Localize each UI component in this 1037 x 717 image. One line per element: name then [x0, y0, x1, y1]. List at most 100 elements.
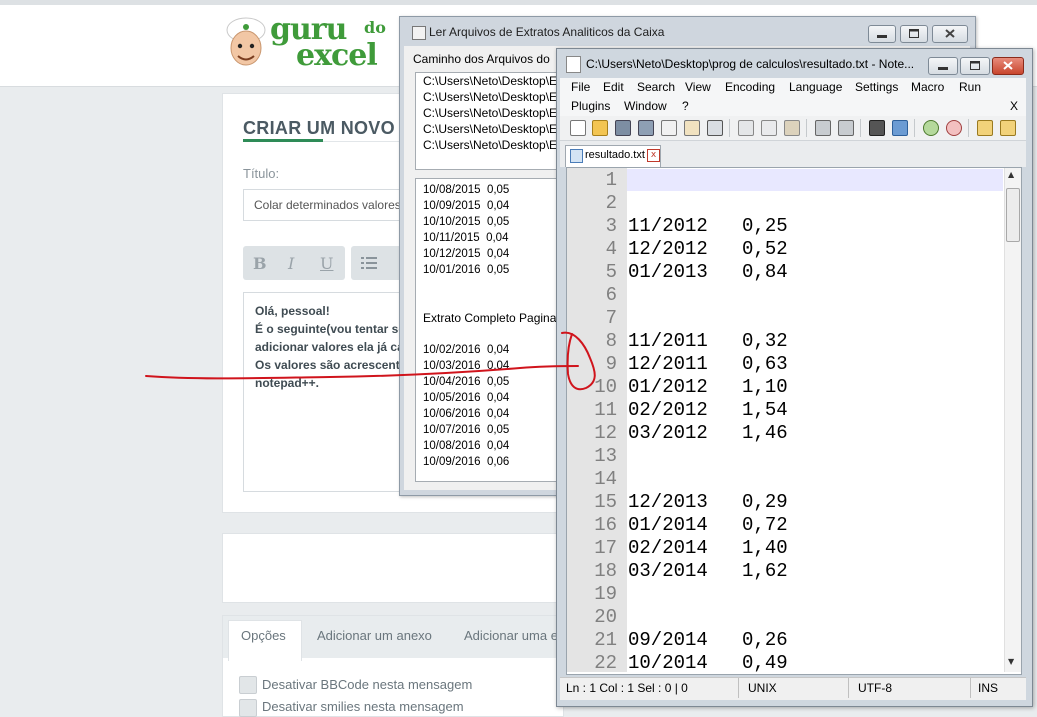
line-number: 17 — [594, 537, 617, 559]
save-all-icon[interactable] — [638, 120, 654, 136]
restore-icon — [970, 61, 980, 70]
code-line: 12/2011 0,63 — [628, 353, 788, 375]
menu-view[interactable]: View — [685, 80, 711, 94]
minimize-icon — [877, 35, 887, 38]
line-number: 19 — [594, 583, 617, 605]
close-button[interactable] — [932, 25, 968, 43]
code-line: 09/2014 0,26 — [628, 629, 788, 651]
menu-settings[interactable]: Settings — [855, 80, 898, 94]
close-all-icon[interactable] — [684, 120, 700, 136]
line-number: 13 — [594, 445, 617, 467]
menu-run[interactable]: Run — [959, 80, 981, 94]
new-file-icon[interactable] — [570, 120, 586, 136]
line-number: 6 — [605, 284, 617, 306]
underline-button[interactable]: U — [320, 254, 333, 273]
extract-textbox[interactable]: 10/08/2015 0,05 10/09/2015 0,04 10/10/20… — [415, 178, 567, 482]
menu-encoding[interactable]: Encoding — [725, 80, 775, 94]
line-number: 10 — [594, 376, 617, 398]
line-number: 12 — [594, 422, 617, 444]
disable-smilies-checkbox[interactable] — [239, 699, 257, 717]
list-icon[interactable] — [361, 256, 377, 270]
np-minimize-button[interactable] — [928, 57, 958, 75]
status-position: Ln : 1 Col : 1 Sel : 0 | 0 — [566, 681, 688, 695]
cut-icon[interactable] — [738, 120, 754, 136]
path-item[interactable]: C:\Users\Neto\Desktop\E — [416, 105, 566, 121]
code-line: 10/2014 0,49 — [628, 652, 788, 674]
print-icon[interactable] — [707, 120, 723, 136]
maximize-button[interactable] — [900, 25, 928, 43]
format-toolbar: B I U — [243, 246, 345, 280]
menu-help[interactable]: ? — [682, 99, 689, 113]
open-file-icon[interactable] — [592, 120, 608, 136]
zoom-out-icon[interactable] — [946, 120, 962, 136]
copy-icon[interactable] — [761, 120, 777, 136]
menu-close-doc[interactable]: X — [1010, 99, 1018, 113]
status-separator — [970, 678, 971, 698]
vertical-scrollbar[interactable] — [1004, 168, 1021, 672]
close-icon — [1003, 61, 1013, 70]
sync-vertical-icon[interactable] — [977, 120, 993, 136]
toolbar-separator — [968, 119, 969, 137]
toolbar-separator — [914, 119, 915, 137]
tab-adicionar-enquete[interactable]: Adicionar uma e — [464, 628, 558, 643]
line-number: 11 — [594, 399, 617, 421]
scroll-up-icon[interactable]: ▲ — [1008, 170, 1014, 179]
current-line-highlight — [627, 169, 1003, 191]
extract-line: 10/04/2016 0,05 — [423, 376, 510, 388]
path-item[interactable]: C:\Users\Neto\Desktop\E — [416, 89, 566, 105]
tab-opcoes[interactable]: Opções — [241, 628, 286, 643]
menu-edit[interactable]: Edit — [603, 80, 624, 94]
sync-horizontal-icon[interactable] — [1000, 120, 1016, 136]
site-logo[interactable]: guru do excel — [224, 14, 404, 74]
toolbar-separator — [860, 119, 861, 137]
np-maximize-button[interactable] — [960, 57, 990, 75]
path-item[interactable]: C:\Users\Neto\Desktop\E — [416, 121, 566, 137]
menu-plugins[interactable]: Plugins — [571, 99, 610, 113]
code-line: 12/2012 0,52 — [628, 238, 788, 260]
guru-mascot-icon — [226, 17, 266, 66]
italic-button[interactable]: I — [288, 254, 294, 273]
close-icon — [945, 29, 955, 38]
disable-smilies-label: Desativar smilies nesta mensagem — [262, 699, 464, 714]
menu-window[interactable]: Window — [624, 99, 667, 113]
reader-window-icon — [412, 26, 426, 40]
extract-line: 10/01/2016 0,05 — [423, 264, 510, 276]
disable-bbcode-checkbox[interactable] — [239, 676, 257, 694]
extract-line: 10/11/2015 0,04 — [423, 232, 509, 244]
line-number: 18 — [594, 560, 617, 582]
menu-search[interactable]: Search — [637, 80, 675, 94]
bold-button[interactable]: B — [253, 254, 267, 273]
np-close-button[interactable] — [992, 57, 1024, 75]
line-number: 3 — [605, 215, 617, 237]
menu-macro[interactable]: Macro — [911, 80, 944, 94]
undo-icon[interactable] — [815, 120, 831, 136]
header-top-line — [0, 0, 1037, 5]
path-item[interactable]: C:\Users\Neto\Desktop\E — [416, 73, 566, 89]
scroll-down-icon[interactable]: ▼ — [1008, 657, 1014, 666]
extract-line: 10/02/2016 0,04 — [423, 344, 510, 356]
title-input[interactable]: Colar determinados valores — [243, 189, 423, 221]
paths-label: Caminho dos Arquivos do — [413, 52, 550, 66]
redo-icon[interactable] — [838, 120, 854, 136]
disable-bbcode-label: Desativar BBCode nesta mensagem — [262, 677, 473, 692]
code-line: 01/2012 1,10 — [628, 376, 788, 398]
notepad-app-icon — [566, 56, 581, 73]
save-icon[interactable] — [615, 120, 631, 136]
zoom-in-icon[interactable] — [923, 120, 939, 136]
menu-file[interactable]: File — [571, 80, 590, 94]
line-number: 14 — [594, 468, 617, 490]
line-number: 1 — [605, 169, 617, 191]
paste-icon[interactable] — [784, 120, 800, 136]
path-item[interactable]: C:\Users\Neto\Desktop\E — [416, 137, 566, 153]
menu-language[interactable]: Language — [789, 80, 842, 94]
close-file-icon[interactable] — [661, 120, 677, 136]
tab-adicionar-anexo[interactable]: Adicionar um anexo — [317, 628, 432, 643]
find-icon[interactable] — [869, 120, 885, 136]
tab-close-icon[interactable]: x — [647, 149, 660, 162]
paths-list[interactable]: C:\Users\Neto\Desktop\E C:\Users\Neto\De… — [415, 72, 567, 170]
code-line: 12/2013 0,29 — [628, 491, 788, 513]
scroll-thumb[interactable] — [1006, 188, 1020, 242]
replace-icon[interactable] — [892, 120, 908, 136]
status-insert-mode: INS — [978, 681, 999, 695]
minimize-button[interactable] — [868, 25, 896, 43]
